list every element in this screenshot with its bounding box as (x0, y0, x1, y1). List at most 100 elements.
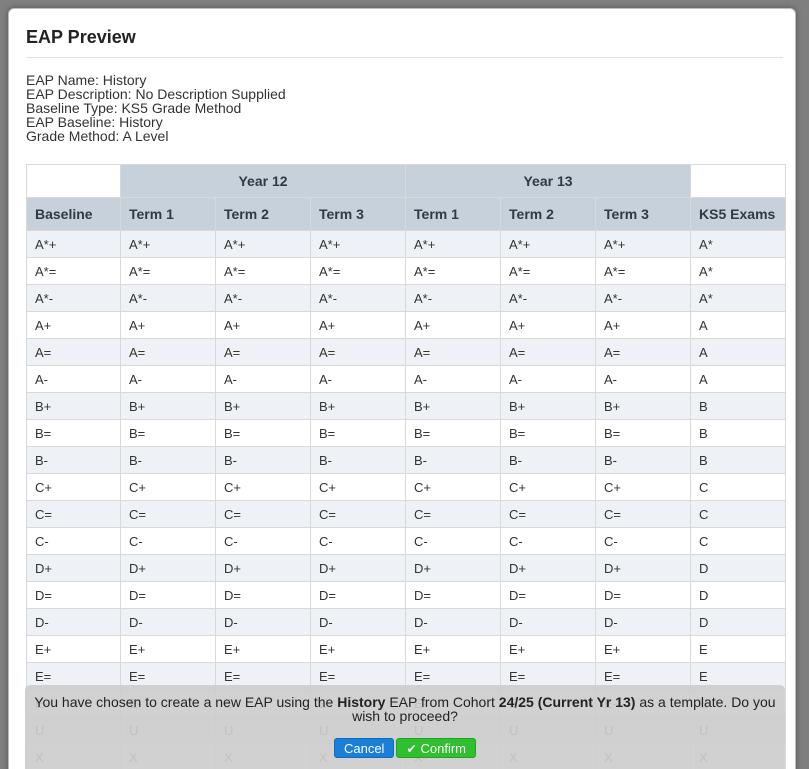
column-header: Term 3 (309, 197, 407, 231)
table-cell: C (690, 500, 787, 528)
table-cell: B+ (309, 392, 407, 420)
column-header: Term 3 (595, 197, 692, 231)
table-cell: A+ (26, 311, 121, 339)
table-cell: A*= (215, 257, 311, 285)
table-cell: A- (120, 365, 216, 393)
table-cell: E+ (309, 635, 407, 663)
table-cell: D= (120, 581, 216, 609)
eap-grade-table: Year 12 Year 13 Baseline Term 1 Term 2 Term… (26, 164, 787, 769)
title-divider (26, 57, 783, 58)
table-cell: A+ (215, 311, 311, 339)
table-row: C= C= C= C= C= C= C= C (26, 500, 787, 528)
table-cell: B- (405, 446, 502, 474)
table-row: B- B- B- B- B- B- B- B (26, 446, 787, 474)
table-cell: B+ (120, 392, 216, 420)
table-cell: B- (26, 446, 121, 474)
table-cell: D- (309, 608, 407, 636)
table-cell: A*+ (215, 230, 311, 258)
column-header: Term 1 (120, 197, 216, 231)
table-cell: B= (26, 419, 121, 447)
table-cell: A (690, 338, 787, 366)
grade-method: Grade Method: A Level (26, 128, 169, 144)
column-header: Term 2 (215, 197, 311, 231)
table-cell: D+ (26, 554, 121, 582)
baseline-type: Baseline Type: KS5 Grade Method (26, 100, 242, 116)
table-cell: D (690, 608, 787, 636)
eap-info: EAP Name: History EAP Description: No De… (26, 73, 286, 143)
table-cell: C+ (120, 473, 216, 501)
backdrop (0, 0, 8, 769)
table-cell: B= (215, 419, 311, 447)
group-header-year12: Year 12 (119, 164, 407, 198)
table-cell: A*= (120, 257, 216, 285)
table-cell: B- (215, 446, 311, 474)
eap-name: EAP Name: History (26, 72, 147, 88)
table-cell: C- (120, 527, 216, 555)
table-row: A*- A*- A*- A*- A*- A*- A*- A* (26, 284, 787, 312)
eap-table-wrapper: Year 12 Year 13 Baseline Term 1 Term 2 Term… (26, 164, 787, 769)
table-cell: D+ (120, 554, 216, 582)
table-cell: A*- (405, 284, 502, 312)
table-cell: D- (26, 608, 121, 636)
table-cell: C+ (500, 473, 597, 501)
group-header-blank-end (690, 164, 787, 198)
table-cell: E+ (215, 635, 311, 663)
table-cell: C+ (309, 473, 407, 501)
table-cell: C- (215, 527, 311, 555)
table-cell: A- (215, 365, 311, 393)
table-cell: D= (309, 581, 407, 609)
table-cell: A+ (309, 311, 407, 339)
table-cell: A*- (500, 284, 597, 312)
table-cell: E+ (120, 635, 216, 663)
table-cell: C= (405, 500, 502, 528)
table-cell: B+ (215, 392, 311, 420)
table-cell: D- (215, 608, 311, 636)
confirm-button[interactable]: ✔ Confirm (396, 738, 477, 758)
table-row: C- C- C- C- C- C- C- C (26, 527, 787, 555)
confirm-cohort: 24/25 (Current Yr 13) (498, 694, 636, 710)
table-cell: C= (595, 500, 692, 528)
confirm-buttons: Cancel ✔ Confirm (25, 738, 785, 758)
table-cell: D+ (500, 554, 597, 582)
cancel-button[interactable]: Cancel (333, 738, 395, 758)
table-cell: C= (120, 500, 216, 528)
table-cell: A*= (595, 257, 692, 285)
table-cell: D- (405, 608, 502, 636)
table-cell: A- (405, 365, 502, 393)
table-cell: C+ (595, 473, 692, 501)
table-cell: A+ (595, 311, 692, 339)
table-cell: C+ (215, 473, 311, 501)
table-cell: B (690, 392, 787, 420)
table-cell: E (690, 635, 787, 663)
table-cell: A= (595, 338, 692, 366)
table-cell: A= (405, 338, 502, 366)
table-cell: A*= (500, 257, 597, 285)
table-cell: A- (595, 365, 692, 393)
table-cell: A*= (26, 257, 121, 285)
table-cell: B- (309, 446, 407, 474)
table-row: A*= A*= A*= A*= A*= A*= A*= A* (26, 257, 787, 285)
table-cell: D+ (595, 554, 692, 582)
table-row: B= B= B= B= B= B= B= B (26, 419, 787, 447)
table-cell: A+ (120, 311, 216, 339)
table-cell: B+ (595, 392, 692, 420)
table-cell: A* (690, 230, 787, 258)
table-cell: D+ (309, 554, 407, 582)
table-cell: A= (309, 338, 407, 366)
column-header: Term 2 (500, 197, 597, 231)
table-cell: D+ (215, 554, 311, 582)
table-cell: A*- (595, 284, 692, 312)
table-cell: D (690, 581, 787, 609)
table-cell: C- (309, 527, 407, 555)
table-row: A= A= A= A= A= A= A= A (26, 338, 787, 366)
table-cell: A- (309, 365, 407, 393)
table-cell: A= (500, 338, 597, 366)
table-cell: A*- (215, 284, 311, 312)
table-cell: C+ (405, 473, 502, 501)
table-cell: B= (595, 419, 692, 447)
table-cell: A- (26, 365, 121, 393)
table-cell: A= (120, 338, 216, 366)
table-cell: A (690, 311, 787, 339)
table-cell: B- (120, 446, 216, 474)
table-cell: A*- (120, 284, 216, 312)
